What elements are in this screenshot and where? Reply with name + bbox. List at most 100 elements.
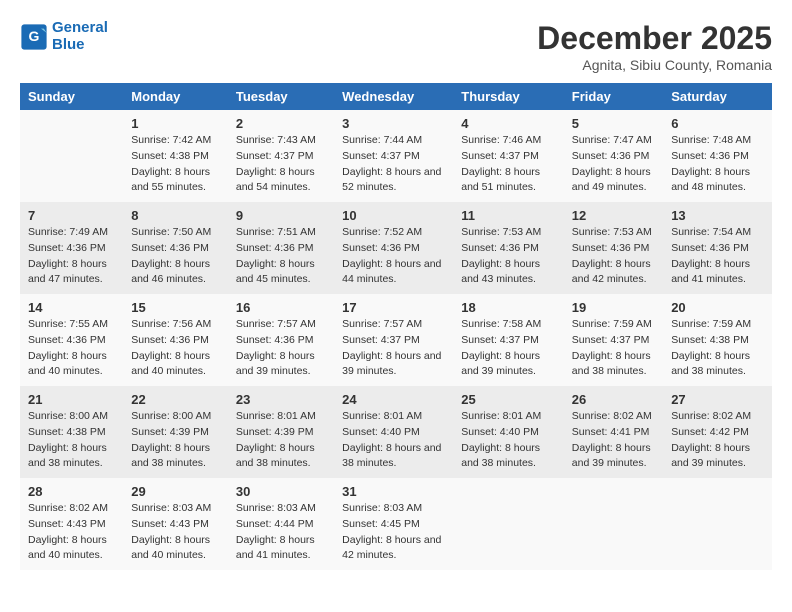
calendar-cell <box>20 110 123 202</box>
week-row-3: 21Sunrise: 8:00 AMSunset: 4:38 PMDayligh… <box>20 386 772 478</box>
logo-icon: G <box>20 23 48 51</box>
day-info: Sunrise: 8:00 AMSunset: 4:39 PMDaylight:… <box>131 409 220 472</box>
calendar-cell: 23Sunrise: 8:01 AMSunset: 4:39 PMDayligh… <box>228 386 334 478</box>
calendar-cell: 3 Sunrise: 7:44 AMSunset: 4:37 PMDaylight… <box>334 110 453 202</box>
day-info: Sunrise: 8:02 AMSunset: 4:42 PMDaylight:… <box>671 409 764 472</box>
day-info: Sunrise: 7:58 AMSunset: 4:37 PMDaylight:… <box>461 317 556 380</box>
calendar-cell: 4Sunrise: 7:46 AMSunset: 4:37 PMDaylight… <box>453 110 564 202</box>
calendar-cell: 31 Sunrise: 8:03 AMSunset: 4:45 PMDayligh… <box>334 478 453 570</box>
calendar-cell: 24 Sunrise: 8:01 AMSunset: 4:40 PMDayligh… <box>334 386 453 478</box>
day-number: 15 <box>131 300 220 315</box>
day-number: 31 <box>342 484 445 499</box>
day-number: 28 <box>28 484 115 499</box>
calendar-cell: 22 Sunrise: 8:00 AMSunset: 4:39 PMDayligh… <box>123 386 228 478</box>
day-info: Sunrise: 8:01 AMSunset: 4:40 PMDaylight:… <box>342 409 445 472</box>
day-info: Sunrise: 7:42 AMSunset: 4:38 PMDaylight:… <box>131 133 220 196</box>
day-number: 6 <box>671 116 764 131</box>
calendar-cell: 26 Sunrise: 8:02 AMSunset: 4:41 PMDayligh… <box>564 386 663 478</box>
day-number: 1 <box>131 116 220 131</box>
day-number: 21 <box>28 392 115 407</box>
day-number: 12 <box>572 208 655 223</box>
calendar-cell: 15 Sunrise: 7:56 AMSunset: 4:36 PMDayligh… <box>123 294 228 386</box>
logo-line1: General <box>52 20 108 37</box>
calendar-cell: 8 Sunrise: 7:50 AMSunset: 4:36 PMDaylight… <box>123 202 228 294</box>
header-friday: Friday <box>564 83 663 110</box>
day-number: 10 <box>342 208 445 223</box>
day-number: 24 <box>342 392 445 407</box>
day-number: 25 <box>461 392 556 407</box>
day-info: Sunrise: 7:44 AMSunset: 4:37 PMDaylight:… <box>342 133 445 196</box>
day-info: Sunrise: 7:55 AMSunset: 4:36 PMDaylight:… <box>28 317 115 380</box>
day-number: 9 <box>236 208 326 223</box>
day-number: 22 <box>131 392 220 407</box>
day-info: Sunrise: 7:57 AMSunset: 4:36 PMDaylight:… <box>236 317 326 380</box>
calendar-table: SundayMondayTuesdayWednesdayThursdayFrid… <box>20 83 772 570</box>
day-number: 3 <box>342 116 445 131</box>
page-subtitle: Agnita, Sibiu County, Romania <box>537 57 772 73</box>
day-number: 11 <box>461 208 556 223</box>
day-info: Sunrise: 7:56 AMSunset: 4:36 PMDaylight:… <box>131 317 220 380</box>
calendar-header-row: SundayMondayTuesdayWednesdayThursdayFrid… <box>20 83 772 110</box>
day-info: Sunrise: 7:52 AMSunset: 4:36 PMDaylight:… <box>342 225 445 288</box>
calendar-cell: 21Sunrise: 8:00 AMSunset: 4:38 PMDayligh… <box>20 386 123 478</box>
calendar-cell <box>663 478 772 570</box>
calendar-cell: 12 Sunrise: 7:53 AMSunset: 4:36 PMDayligh… <box>564 202 663 294</box>
calendar-cell: 29 Sunrise: 8:03 AMSunset: 4:43 PMDayligh… <box>123 478 228 570</box>
calendar-cell: 18 Sunrise: 7:58 AMSunset: 4:37 PMDayligh… <box>453 294 564 386</box>
day-info: Sunrise: 7:43 AMSunset: 4:37 PMDaylight:… <box>236 133 326 196</box>
day-info: Sunrise: 7:47 AMSunset: 4:36 PMDaylight:… <box>572 133 655 196</box>
day-info: Sunrise: 7:53 AMSunset: 4:36 PMDaylight:… <box>461 225 556 288</box>
day-info: Sunrise: 8:03 AMSunset: 4:44 PMDaylight:… <box>236 501 326 564</box>
day-number: 26 <box>572 392 655 407</box>
page-title: December 2025 <box>537 20 772 57</box>
calendar-cell <box>453 478 564 570</box>
header-tuesday: Tuesday <box>228 83 334 110</box>
day-info: Sunrise: 8:01 AMSunset: 4:39 PMDaylight:… <box>236 409 326 472</box>
day-number: 20 <box>671 300 764 315</box>
day-number: 29 <box>131 484 220 499</box>
week-row-2: 14Sunrise: 7:55 AMSunset: 4:36 PMDayligh… <box>20 294 772 386</box>
calendar-cell: 17Sunrise: 7:57 AMSunset: 4:37 PMDayligh… <box>334 294 453 386</box>
calendar-cell: 5 Sunrise: 7:47 AMSunset: 4:36 PMDaylight… <box>564 110 663 202</box>
day-info: Sunrise: 7:54 AMSunset: 4:36 PMDaylight:… <box>671 225 764 288</box>
title-area: December 2025 Agnita, Sibiu County, Roma… <box>537 20 772 73</box>
calendar-cell: 6 Sunrise: 7:48 AMSunset: 4:36 PMDaylight… <box>663 110 772 202</box>
day-info: Sunrise: 7:59 AMSunset: 4:37 PMDaylight:… <box>572 317 655 380</box>
day-info: Sunrise: 8:01 AMSunset: 4:40 PMDaylight:… <box>461 409 556 472</box>
day-info: Sunrise: 8:03 AMSunset: 4:45 PMDaylight:… <box>342 501 445 564</box>
day-number: 30 <box>236 484 326 499</box>
day-number: 27 <box>671 392 764 407</box>
calendar-cell: 11 Sunrise: 7:53 AMSunset: 4:36 PMDayligh… <box>453 202 564 294</box>
day-number: 19 <box>572 300 655 315</box>
week-row-4: 28 Sunrise: 8:02 AMSunset: 4:43 PMDayligh… <box>20 478 772 570</box>
day-info: Sunrise: 7:57 AMSunset: 4:37 PMDaylight:… <box>342 317 445 380</box>
calendar-cell: 16 Sunrise: 7:57 AMSunset: 4:36 PMDayligh… <box>228 294 334 386</box>
day-info: Sunrise: 7:53 AMSunset: 4:36 PMDaylight:… <box>572 225 655 288</box>
day-number: 7 <box>28 208 115 223</box>
logo-line2: Blue <box>52 37 108 54</box>
page-header: G General Blue December 2025 Agnita, Sib… <box>20 20 772 73</box>
calendar-cell <box>564 478 663 570</box>
calendar-cell: 9 Sunrise: 7:51 AMSunset: 4:36 PMDaylight… <box>228 202 334 294</box>
day-number: 8 <box>131 208 220 223</box>
calendar-cell: 2Sunrise: 7:43 AMSunset: 4:37 PMDaylight… <box>228 110 334 202</box>
day-info: Sunrise: 7:46 AMSunset: 4:37 PMDaylight:… <box>461 133 556 196</box>
week-row-0: 1 Sunrise: 7:42 AMSunset: 4:38 PMDaylight… <box>20 110 772 202</box>
logo: G General Blue <box>20 20 108 53</box>
calendar-cell: 28 Sunrise: 8:02 AMSunset: 4:43 PMDayligh… <box>20 478 123 570</box>
header-sunday: Sunday <box>20 83 123 110</box>
calendar-cell: 30 Sunrise: 8:03 AMSunset: 4:44 PMDayligh… <box>228 478 334 570</box>
day-info: Sunrise: 8:03 AMSunset: 4:43 PMDaylight:… <box>131 501 220 564</box>
day-info: Sunrise: 8:02 AMSunset: 4:43 PMDaylight:… <box>28 501 115 564</box>
day-number: 5 <box>572 116 655 131</box>
day-info: Sunrise: 7:50 AMSunset: 4:36 PMDaylight:… <box>131 225 220 288</box>
day-info: Sunrise: 8:02 AMSunset: 4:41 PMDaylight:… <box>572 409 655 472</box>
calendar-cell: 14Sunrise: 7:55 AMSunset: 4:36 PMDayligh… <box>20 294 123 386</box>
day-info: Sunrise: 7:51 AMSunset: 4:36 PMDaylight:… <box>236 225 326 288</box>
header-saturday: Saturday <box>663 83 772 110</box>
header-monday: Monday <box>123 83 228 110</box>
day-number: 16 <box>236 300 326 315</box>
day-info: Sunrise: 7:48 AMSunset: 4:36 PMDaylight:… <box>671 133 764 196</box>
calendar-cell: 19 Sunrise: 7:59 AMSunset: 4:37 PMDayligh… <box>564 294 663 386</box>
day-number: 18 <box>461 300 556 315</box>
